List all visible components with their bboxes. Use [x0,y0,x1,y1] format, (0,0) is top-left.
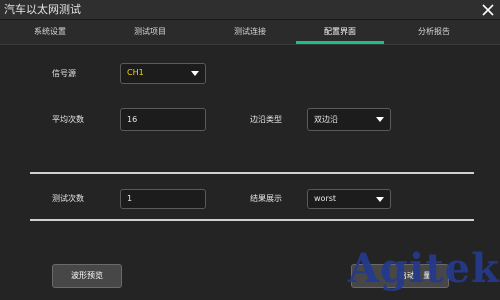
edge-type-select[interactable]: 双边沿 [307,108,391,131]
title-bar: 汽车以太网测试 [0,0,500,20]
chevron-down-icon [191,71,199,76]
chevron-down-icon [376,197,384,202]
waveform-preview-label: 波形预览 [71,271,103,280]
edge-type-label: 边沿类型 [250,115,282,124]
tab-label: 测试连接 [234,27,266,36]
average-count-value: 16 [127,115,138,124]
close-button[interactable] [478,0,498,20]
tab-test-connection[interactable]: 测试连接 [200,20,300,44]
signal-source-label: 信号源 [52,69,76,78]
average-count-input[interactable]: 16 [120,108,206,131]
tab-label: 分析报告 [418,27,450,36]
section-divider [30,219,474,221]
chevron-down-icon [376,117,384,122]
agitek-watermark-logo: Agitek [348,245,500,293]
close-icon [482,4,494,16]
tab-analysis-report[interactable]: 分析报告 [384,20,484,44]
window-title: 汽车以太网测试 [4,3,81,16]
tab-system-settings[interactable]: 系统设置 [0,20,100,44]
tab-label: 配置界面 [324,27,356,36]
tab-test-items[interactable]: 测试项目 [100,20,200,44]
tab-configuration[interactable]: 配置界面 [296,20,384,44]
test-count-value: 1 [127,194,133,203]
result-display-label: 结果展示 [250,194,282,203]
tab-label: 测试项目 [134,27,166,36]
watermark-text: Agitek [348,245,500,292]
active-tab-indicator [296,41,384,44]
waveform-preview-button[interactable]: 波形预览 [52,264,122,288]
result-display-select[interactable]: worst [307,189,391,209]
signal-source-select[interactable]: CH1 [120,63,206,84]
average-count-label: 平均次数 [52,115,84,124]
test-count-label: 测试次数 [52,194,84,203]
tab-bar: 系统设置 测试项目 测试连接 配置界面 分析报告 [0,20,500,45]
tab-label: 系统设置 [34,27,66,36]
section-divider [30,172,474,174]
signal-source-value: CH1 [127,68,144,77]
edge-type-value: 双边沿 [314,115,338,124]
test-count-input[interactable]: 1 [120,189,206,209]
result-display-value: worst [314,194,337,203]
